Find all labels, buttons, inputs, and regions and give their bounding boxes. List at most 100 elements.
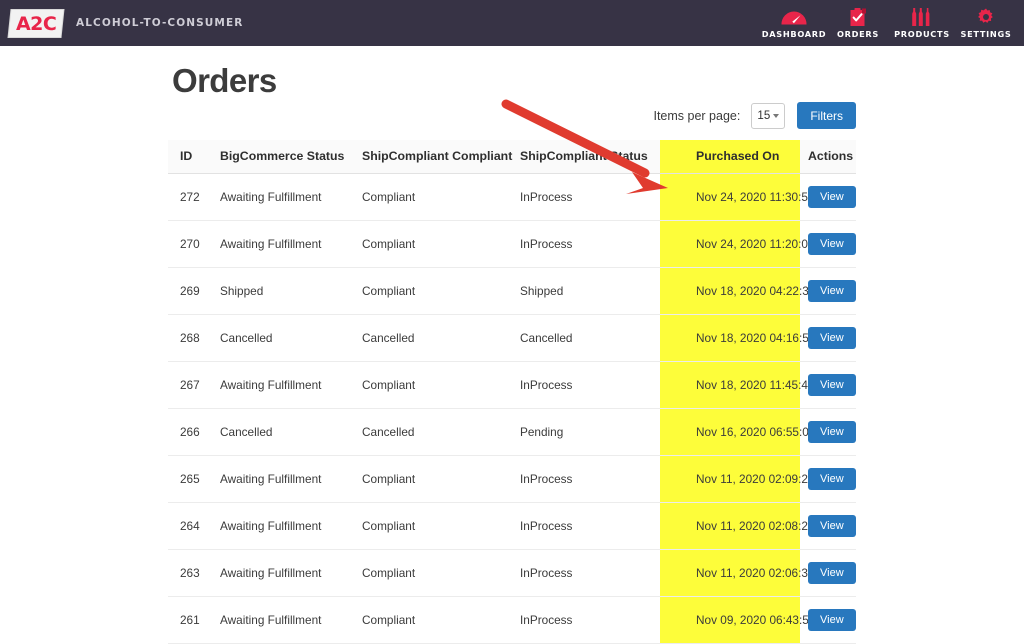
items-per-page-value: 15	[757, 109, 771, 122]
bottles-icon	[911, 7, 933, 26]
cell-purchased-on: Nov 18, 2020 04:16:51 PM	[660, 314, 836, 362]
cell-purchased-on: Nov 24, 2020 11:30:59 AM	[660, 173, 835, 221]
cell-shipcompliant-compliant: Compliant	[362, 455, 520, 503]
cell-shipcompliant-status: InProcess	[520, 502, 660, 550]
view-button[interactable]: View	[808, 562, 856, 584]
cell-id: 266	[168, 408, 220, 456]
cell-shipcompliant-compliant: Compliant	[362, 502, 520, 550]
cell-purchased-on: Nov 11, 2020 02:06:30 PM	[660, 549, 835, 597]
gauge-icon	[781, 7, 807, 26]
cell-shipcompliant-compliant: Compliant	[362, 549, 520, 597]
table-row: 267 Awaiting Fulfillment Compliant InProces…	[168, 361, 856, 409]
cell-bigcommerce-status: Awaiting Fulfillment	[220, 361, 362, 409]
gear-icon	[977, 7, 995, 26]
cell-purchased-on: Nov 09, 2020 06:43:52 PM	[660, 596, 836, 644]
cell-shipcompliant-status: Cancelled	[520, 314, 660, 362]
view-button[interactable]: View	[808, 468, 856, 490]
cell-bigcommerce-status: Awaiting Fulfillment	[220, 173, 362, 221]
cell-actions: View	[800, 314, 856, 362]
main-nav: DASHBOARD ORDERS PRODUCTS SETTINGS	[762, 0, 1018, 46]
cell-shipcompliant-compliant: Compliant	[362, 361, 520, 409]
logo-text: A2C	[15, 12, 57, 34]
cell-bigcommerce-status: Awaiting Fulfillment	[220, 549, 362, 597]
table-row: 266 Cancelled Cancelled Pending Nov 16, 2020…	[168, 408, 856, 456]
table-header-row: ID BigCommerce Status ShipCompliant Comp…	[168, 140, 856, 174]
cell-purchased-on: Nov 16, 2020 06:55:03 PM	[660, 408, 836, 456]
cell-shipcompliant-compliant: Cancelled	[362, 408, 520, 456]
cell-shipcompliant-status: InProcess	[520, 220, 660, 268]
view-button[interactable]: View	[808, 374, 856, 396]
column-header-id[interactable]: ID	[168, 140, 220, 174]
cell-id: 272	[168, 173, 220, 221]
cell-id: 265	[168, 455, 220, 503]
cell-shipcompliant-compliant: Compliant	[362, 220, 520, 268]
cell-bigcommerce-status: Awaiting Fulfillment	[220, 455, 362, 503]
cell-shipcompliant-status: Shipped	[520, 267, 660, 315]
cell-shipcompliant-status: Pending	[520, 408, 660, 456]
cell-actions: View	[800, 361, 856, 409]
view-button[interactable]: View	[808, 515, 856, 537]
brand-logo-group[interactable]: A2C ALCOHOL-TO-CONSUMER	[0, 9, 244, 37]
view-button[interactable]: View	[808, 327, 856, 349]
column-header-shipcompliant-status[interactable]: ShipCompliant Status	[520, 140, 660, 174]
cell-purchased-on: Nov 24, 2020 11:20:09 AM	[660, 220, 835, 268]
cell-bigcommerce-status: Cancelled	[220, 408, 362, 456]
cell-bigcommerce-status: Cancelled	[220, 314, 362, 362]
table-row: 269 Shipped Compliant Shipped Nov 18, 2020 0…	[168, 267, 856, 315]
nav-item-products[interactable]: PRODUCTS	[890, 0, 954, 46]
nav-label-orders: ORDERS	[836, 29, 880, 39]
nav-label-settings: SETTINGS	[960, 29, 1012, 39]
brand-name-label: ALCOHOL-TO-CONSUMER	[76, 17, 244, 29]
column-header-shipcompliant-compliant[interactable]: ShipCompliant Compliant	[362, 140, 520, 174]
cell-id: 263	[168, 549, 220, 597]
view-button[interactable]: View	[808, 186, 856, 208]
cell-purchased-on: Nov 18, 2020 11:45:48 AM	[660, 361, 835, 409]
cell-actions: View	[800, 267, 856, 315]
cell-id: 269	[168, 267, 220, 315]
cell-bigcommerce-status: Awaiting Fulfillment	[220, 220, 362, 268]
nav-item-orders[interactable]: ORDERS	[826, 0, 890, 46]
view-button[interactable]: View	[808, 421, 856, 443]
cell-actions: View	[800, 502, 856, 550]
cell-id: 267	[168, 361, 220, 409]
filters-button[interactable]: Filters	[797, 102, 856, 129]
column-header-actions: Actions	[800, 140, 856, 174]
view-button[interactable]: View	[808, 280, 856, 302]
cell-id: 264	[168, 502, 220, 550]
cell-shipcompliant-status: InProcess	[520, 549, 660, 597]
nav-label-dashboard: DASHBOARD	[761, 29, 827, 39]
cell-purchased-on: Nov 11, 2020 02:08:23 PM	[660, 502, 835, 550]
cell-bigcommerce-status: Awaiting Fulfillment	[220, 596, 362, 644]
table-toolbar: Items per page: 15 Filters	[653, 102, 856, 129]
column-header-purchased-on[interactable]: Purchased On	[660, 140, 800, 174]
page-title: Orders	[172, 62, 277, 99]
cell-id: 261	[168, 596, 220, 644]
cell-bigcommerce-status: Awaiting Fulfillment	[220, 502, 362, 550]
cell-shipcompliant-compliant: Compliant	[362, 173, 520, 221]
nav-item-settings[interactable]: SETTINGS	[954, 0, 1018, 46]
column-header-bigcommerce-status[interactable]: BigCommerce Status	[220, 140, 362, 174]
cell-shipcompliant-compliant: Compliant	[362, 596, 520, 644]
items-per-page-select[interactable]: 15	[751, 102, 786, 129]
cell-purchased-on: Nov 18, 2020 04:22:30 PM	[660, 267, 836, 315]
a2c-logo-icon: A2C	[8, 9, 64, 37]
table-row: 268 Cancelled Cancelled Cancelled Nov 18, 20…	[168, 314, 856, 362]
table-row: 272 Awaiting Fulfillment Compliant InProces…	[168, 173, 856, 221]
cell-actions: View	[800, 220, 856, 268]
cell-shipcompliant-compliant: Cancelled	[362, 314, 520, 362]
chevron-down-icon	[773, 113, 780, 118]
clipboard-check-icon	[850, 7, 867, 26]
cell-actions: View	[800, 173, 856, 221]
view-button[interactable]: View	[808, 233, 856, 255]
cell-purchased-on: Nov 11, 2020 02:09:24 PM	[660, 455, 835, 503]
nav-item-dashboard[interactable]: DASHBOARD	[762, 0, 826, 46]
cell-shipcompliant-status: InProcess	[520, 596, 660, 644]
nav-label-products: PRODUCTS	[894, 29, 950, 39]
cell-shipcompliant-status: InProcess	[520, 361, 660, 409]
table-row: 265 Awaiting Fulfillment Compliant InProces…	[168, 455, 856, 503]
view-button[interactable]: View	[808, 609, 856, 631]
cell-actions: View	[800, 596, 856, 644]
cell-actions: View	[800, 408, 856, 456]
table-row: 261 Awaiting Fulfillment Compliant InProces…	[168, 596, 856, 644]
cell-shipcompliant-status: InProcess	[520, 455, 660, 503]
